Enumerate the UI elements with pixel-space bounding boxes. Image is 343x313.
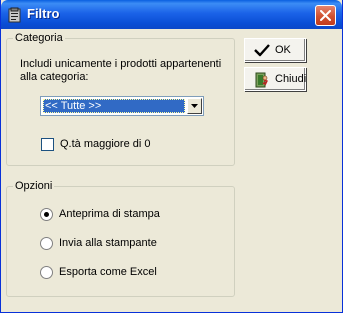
radio-anteprima-stampa[interactable]	[40, 208, 53, 221]
chiudi-button-label: Chiudi	[275, 73, 307, 85]
close-x-icon	[320, 10, 331, 21]
chiudi-button[interactable]: Chiudi	[244, 67, 306, 91]
categoria-select[interactable]: << Tutte >>	[40, 96, 204, 116]
qta-maggiore-checkbox[interactable]	[41, 138, 54, 151]
categoria-description-line1: Includi unicamente i prodotti appartenen…	[20, 58, 222, 70]
ok-button[interactable]: OK	[244, 38, 306, 62]
categoria-description-line2: alla categoria:	[20, 71, 89, 83]
categoria-legend: Categoria	[13, 32, 65, 44]
window-title: Filtro	[27, 6, 60, 21]
radio-invia-stampante-label[interactable]: Invia alla stampante	[59, 237, 157, 250]
ok-button-label: OK	[275, 44, 291, 56]
title-bar[interactable]: Filtro	[1, 0, 342, 29]
radio-esporta-excel[interactable]	[40, 266, 53, 279]
checkmark-icon	[254, 43, 270, 60]
radio-anteprima-stampa-label[interactable]: Anteprima di stampa	[59, 208, 160, 221]
radio-invia-stampante[interactable]	[40, 237, 53, 250]
categoria-select-dropdown-button[interactable]	[187, 98, 202, 114]
door-exit-icon	[254, 72, 270, 91]
close-window-button[interactable]	[315, 5, 336, 26]
chevron-down-icon	[191, 104, 198, 108]
qta-maggiore-label[interactable]: Q.tà maggiore di 0	[60, 138, 151, 151]
filter-dialog: Filtro Categoria Includi unicamente i pr…	[0, 0, 343, 313]
radio-esporta-excel-label[interactable]: Esporta come Excel	[59, 266, 157, 279]
opzioni-legend: Opzioni	[13, 180, 55, 192]
categoria-select-value: << Tutte >>	[43, 99, 185, 113]
clipboard-icon	[7, 7, 23, 23]
